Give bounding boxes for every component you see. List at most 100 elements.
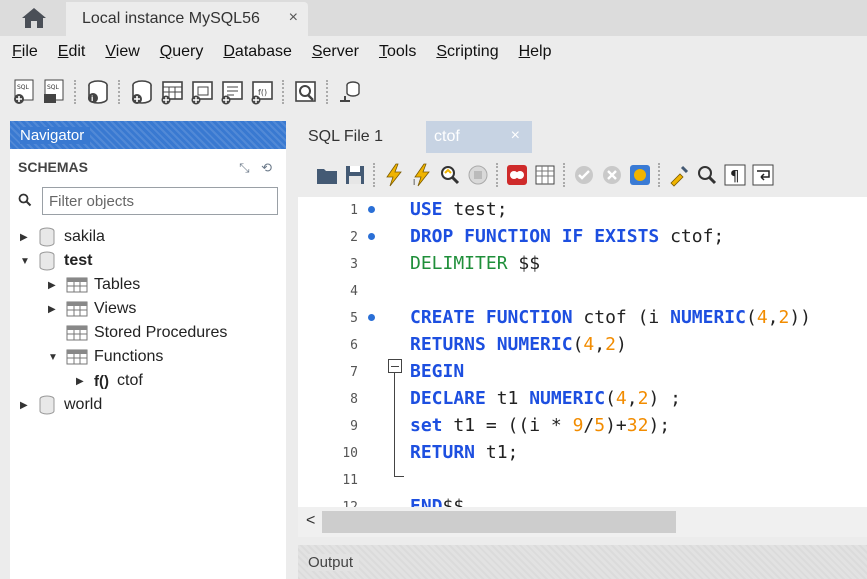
find-icon[interactable]	[696, 163, 718, 187]
filter-row	[10, 185, 286, 217]
collapse-arrow-icon[interactable]: ▼	[20, 256, 32, 267]
create-procedure-icon[interactable]	[220, 79, 244, 105]
svg-text:I: I	[413, 178, 415, 187]
code-text: BEGIN	[410, 361, 465, 382]
line-number: 2	[350, 230, 358, 245]
tab-label: ctof	[434, 128, 460, 145]
code-text: DELIMITER $$	[410, 253, 541, 274]
fold-toggle-icon[interactable]	[388, 359, 402, 373]
menu-file[interactable]: File	[0, 43, 46, 61]
menu-tools[interactable]: Tools	[367, 43, 424, 61]
execute-current-icon[interactable]: I	[411, 163, 433, 187]
collapse-arrows-icon[interactable]: ⤡	[239, 160, 249, 175]
function-group-icon	[66, 349, 88, 365]
tab-sql-file-1[interactable]: SQL File 1	[298, 121, 426, 153]
expand-arrow-icon[interactable]: ▶	[20, 400, 32, 411]
tree-item-label: Functions	[94, 348, 164, 365]
code-line: 5 CREATE FUNCTION ctof (i NUMERIC(4,2))	[298, 305, 867, 332]
rollback-icon[interactable]	[601, 163, 623, 187]
create-function-icon[interactable]: f()	[250, 79, 274, 105]
code-text: DECLARE t1 NUMERIC(4,2) ;	[410, 388, 681, 409]
navigator-header: Navigator	[10, 121, 286, 149]
explain-icon[interactable]	[439, 163, 461, 187]
line-number: 3	[350, 257, 358, 272]
procedure-group-icon	[66, 325, 88, 341]
refresh-icon[interactable]: ⟲	[261, 160, 272, 175]
tree-item-label: world	[64, 396, 103, 413]
menu-database[interactable]: Database	[211, 43, 300, 61]
save-icon[interactable]	[344, 163, 366, 187]
create-view-icon[interactable]	[190, 79, 214, 105]
code-line: 2 DROP FUNCTION IF EXISTS ctof;	[298, 224, 867, 251]
execute-icon[interactable]	[383, 163, 405, 187]
menu-help[interactable]: Help	[507, 43, 560, 61]
tree-item-tables[interactable]: ▶ Tables	[48, 273, 140, 297]
search-table-data-icon[interactable]	[294, 79, 318, 105]
autocommit-icon[interactable]	[629, 163, 651, 187]
home-icon	[22, 8, 46, 28]
editor-tab-bar: SQL File 1 ctof ×	[298, 121, 867, 153]
connection-tab-close-icon[interactable]: ×	[289, 9, 298, 27]
scrollbar-thumb[interactable]	[322, 511, 676, 533]
tab-ctof[interactable]: ctof ×	[426, 121, 532, 153]
code-line: 3 DELIMITER $$	[298, 251, 867, 278]
menu-view[interactable]: View	[93, 43, 147, 61]
svg-text:¶: ¶	[730, 167, 740, 185]
code-text: DROP FUNCTION IF EXISTS ctof;	[410, 226, 725, 247]
reconnect-icon[interactable]	[338, 79, 362, 105]
menu-edit[interactable]: Edit	[46, 43, 94, 61]
expand-arrow-icon[interactable]: ▶	[48, 280, 60, 291]
code-line: 1 USE test;	[298, 197, 867, 224]
toolbar-separator	[496, 163, 499, 187]
code-text: CREATE FUNCTION ctof (i NUMERIC(4,2))	[410, 307, 812, 328]
svg-text:f(): f()	[258, 88, 267, 97]
toolbar-separator	[658, 163, 661, 187]
collapse-arrow-icon[interactable]: ▼	[48, 352, 60, 363]
line-number: 4	[350, 284, 358, 299]
invisible-chars-icon[interactable]: ¶	[724, 163, 746, 187]
tree-item-stored-procedures[interactable]: Stored Procedures	[66, 321, 227, 345]
filter-objects-input[interactable]	[42, 187, 278, 215]
expand-arrow-icon[interactable]: ▶	[48, 304, 60, 315]
open-sql-script-icon[interactable]: SQL	[42, 79, 66, 105]
horizontal-scrollbar[interactable]: <	[298, 507, 867, 537]
connection-tab[interactable]: Local instance MySQL56 ×	[66, 2, 308, 36]
commit-icon[interactable]	[573, 163, 595, 187]
schema-inspector-icon[interactable]: i	[86, 79, 110, 105]
word-wrap-icon[interactable]	[752, 163, 774, 187]
open-folder-icon[interactable]	[316, 163, 338, 187]
home-button[interactable]	[8, 2, 60, 34]
line-number: 5	[350, 311, 358, 326]
tab-close-icon[interactable]: ×	[511, 127, 520, 145]
sql-code-editor[interactable]: 1 USE test; 2 DROP FUNCTION IF EXISTS ct…	[298, 197, 867, 507]
scroll-left-icon[interactable]: <	[306, 512, 315, 530]
sql-editor-toolbar: I ¶	[298, 153, 867, 197]
expand-arrow-icon[interactable]: ▶	[76, 376, 88, 387]
output-panel-header[interactable]: Output	[298, 545, 867, 579]
menu-scripting[interactable]: Scripting	[424, 43, 506, 61]
stop-icon[interactable]	[467, 163, 489, 187]
toggle-output-icon[interactable]	[534, 163, 556, 187]
tree-item-functions[interactable]: ▼ Functions	[48, 345, 163, 369]
connection-tab-label: Local instance MySQL56	[82, 10, 260, 27]
tree-item-views[interactable]: ▶ Views	[48, 297, 136, 321]
menu-query[interactable]: Query	[148, 43, 212, 61]
database-icon	[39, 251, 55, 271]
menu-server[interactable]: Server	[300, 43, 367, 61]
code-line: 8 DECLARE t1 NUMERIC(4,2) ;	[298, 386, 867, 413]
tree-item-world[interactable]: ▶ world	[20, 393, 102, 417]
create-table-icon[interactable]	[160, 79, 184, 105]
tree-item-test[interactable]: ▼ test	[20, 249, 92, 273]
tree-item-ctof[interactable]: ▶ f() ctof	[76, 369, 143, 393]
svg-text:SQL: SQL	[47, 84, 60, 91]
tree-item-sakila[interactable]: ▶ sakila	[20, 225, 105, 249]
toggle-error-stop-icon[interactable]	[506, 163, 528, 187]
menu-bar: File Edit View Query Database Server Tools Scri…	[0, 36, 867, 68]
expand-arrow-icon[interactable]: ▶	[20, 232, 32, 243]
beautify-icon[interactable]	[668, 163, 690, 187]
new-sql-tab-icon[interactable]: SQL	[12, 79, 36, 105]
toolbar-separator	[326, 80, 330, 104]
code-line: 6 RETURNS NUMERIC(4,2)	[298, 332, 867, 359]
code-text: RETURN t1;	[410, 442, 519, 463]
create-schema-icon[interactable]	[130, 79, 154, 105]
